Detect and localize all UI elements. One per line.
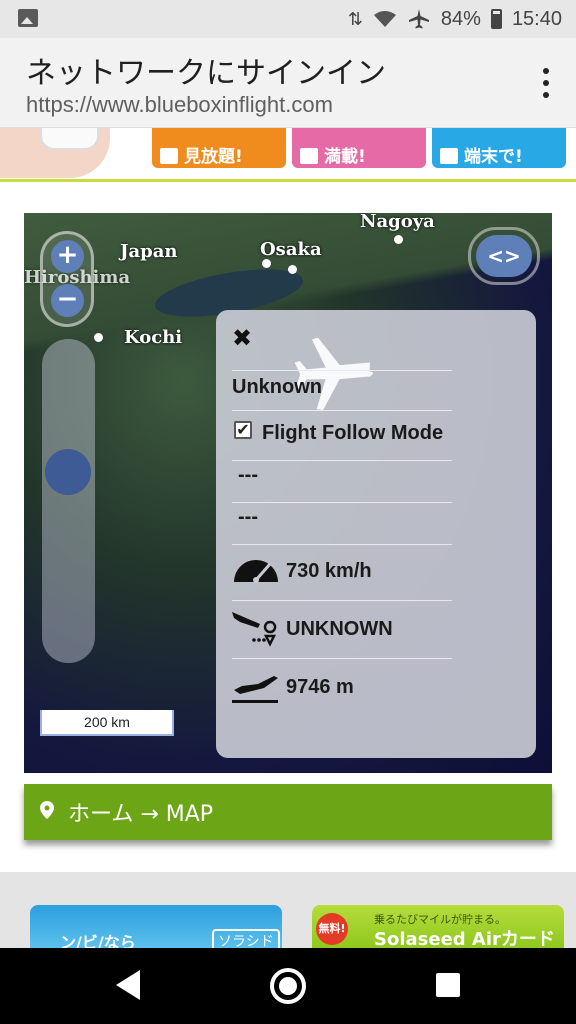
back-icon[interactable]: [116, 970, 140, 1000]
panel-divider: [232, 410, 452, 411]
battery-percent: 84%: [440, 7, 481, 30]
banner-left-text: ン/ビ/なら: [60, 933, 136, 948]
panel-divider: [232, 370, 452, 371]
ad-banner[interactable]: 見放題! 満載! 端末で!: [0, 128, 576, 182]
city-dot-1: [262, 259, 271, 268]
city-label-kochi: Kochi: [124, 327, 183, 348]
altitude-value: 9746 m: [286, 676, 354, 698]
info-line-2: ---: [238, 506, 258, 528]
clock: 15:40: [511, 7, 562, 30]
destination-value: UNKNOWN: [286, 618, 393, 640]
map-scale: 200 km: [40, 710, 174, 736]
city-dot-nagoya: [394, 235, 403, 244]
zoom-slider-handle[interactable]: [45, 449, 91, 495]
airplane-icon: [408, 9, 429, 29]
phone-illustration: [0, 128, 110, 178]
flight-info-panel: ✖ Unknown ✔ Flight Follow Mode --- --- 7…: [216, 310, 536, 758]
location-pin-icon: [40, 801, 54, 819]
expand-control[interactable]: <>: [468, 227, 540, 285]
destination-icon: [232, 612, 277, 647]
traveler-icon: [300, 148, 318, 164]
follow-mode-checkbox[interactable]: ✔: [234, 421, 252, 439]
zoom-in-button[interactable]: +: [51, 240, 84, 273]
page-title: ネットワークにサインイン: [26, 56, 386, 91]
ad-button-pink[interactable]: 満載!: [292, 128, 426, 168]
city-dot-kochi: [94, 333, 103, 342]
info-line-1: ---: [238, 464, 258, 486]
city-dot-2: [288, 265, 297, 274]
browser-header: ネットワークにサインイン https://www.blueboxinflight…: [0, 38, 576, 128]
panel-divider: [232, 658, 452, 659]
altitude-icon: [232, 676, 278, 703]
free-badge: 無料!: [316, 913, 348, 945]
city-label-nagoya: Nagoya: [360, 213, 435, 232]
zoom-out-button[interactable]: −: [51, 284, 84, 317]
expand-button[interactable]: <>: [476, 235, 532, 277]
wifi-icon: [373, 11, 396, 27]
ad-button-blue[interactable]: 端末で!: [432, 128, 566, 168]
banner-right-title: Solaseed Airカード: [374, 929, 555, 948]
panel-divider: [232, 460, 452, 461]
zoom-control: + −: [40, 231, 94, 327]
panel-divider: [232, 544, 452, 545]
close-icon[interactable]: ✖: [232, 324, 252, 352]
status-bar: ⇅ 84% 15:40: [0, 0, 576, 38]
breadcrumb-text[interactable]: ホーム → MAP: [68, 796, 213, 828]
panel-divider: [232, 600, 452, 601]
battery-icon: [490, 9, 502, 29]
recent-apps-icon[interactable]: [436, 973, 460, 997]
banner-left[interactable]: ン/ビ/なら ソラシド+: [30, 905, 282, 948]
flight-map[interactable]: Nagoya Japan Osaka Hiroshima Kochi + − <…: [24, 213, 552, 773]
panel-divider: [232, 502, 452, 503]
tablet-icon: [440, 148, 458, 164]
city-label-osaka: Osaka: [260, 239, 322, 260]
overflow-menu-icon[interactable]: [542, 68, 550, 98]
url-text[interactable]: https://www.blueboxinflight.com: [26, 92, 333, 118]
navigation-bar: [0, 948, 576, 1024]
book-icon: [160, 148, 178, 164]
city-label-japan: Japan: [120, 241, 178, 262]
speed-value: 730 km/h: [286, 560, 372, 582]
follow-mode-label[interactable]: Flight Follow Mode: [262, 422, 443, 445]
breadcrumb: ホーム → MAP: [24, 784, 552, 840]
banner-left-logo: ソラシド+: [212, 929, 280, 948]
image-icon: [18, 9, 38, 27]
banner-right[interactable]: 無料! 乗るたびマイルが貯まる。 Solaseed Airカード: [312, 905, 564, 948]
airplane-icon: [294, 337, 373, 411]
home-icon[interactable]: [270, 968, 306, 1004]
zoom-slider[interactable]: [42, 339, 95, 663]
ad-button-orange[interactable]: 見放題!: [152, 128, 286, 168]
speedometer-icon: [234, 560, 278, 583]
flight-name: Unknown: [232, 376, 322, 398]
signal-icon: ⇅: [347, 8, 363, 29]
